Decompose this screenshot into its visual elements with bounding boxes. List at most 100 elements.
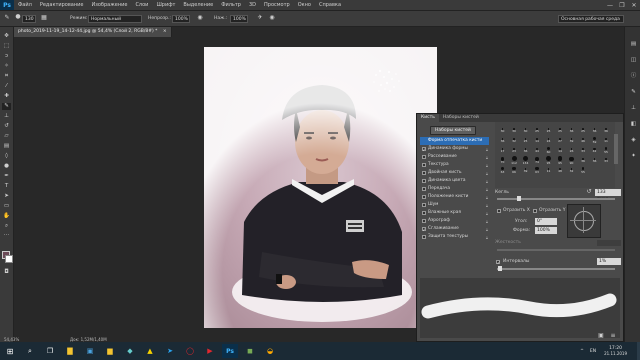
properties-panel-icon[interactable]: ◫ [629,57,638,64]
opera-icon[interactable]: ◯ [182,344,198,358]
info-panel-icon[interactable]: ⓘ [629,73,638,80]
store-icon[interactable]: ▣ [82,344,98,358]
brush-tip-grid[interactable]: 30 30 30 25 25 25 36 25 36 36 36 32 25 14 24 27 39 46 59 11… [495,122,615,188]
checkbox-checked[interactable]: ✓ [421,226,426,231]
document-tab-close[interactable]: × [163,29,167,34]
checkbox[interactable] [421,178,426,183]
document-canvas[interactable] [204,47,437,328]
brush-size-field[interactable]: 130 [22,15,36,23]
angle-roundness-widget[interactable] [567,204,601,238]
hardness-slider-track[interactable] [497,249,615,251]
brush-presets-button[interactable]: Наборы кистей [430,126,476,135]
menu-type[interactable]: Шрифт [152,2,179,8]
crop-tool-icon[interactable]: ⌗ [2,73,11,80]
new-preset-icon[interactable]: ▣ [597,332,605,340]
checkbox[interactable] [421,162,426,167]
search-icon[interactable]: ⌕ [22,344,38,358]
yandex-icon[interactable]: ▲ [142,344,158,358]
spacing-field[interactable]: 1% [597,258,621,265]
history-panel-icon[interactable]: ▤ [629,41,638,48]
minimize-button[interactable]: — [604,0,616,10]
spacing-slider-track[interactable] [497,268,615,270]
airbrush-icon[interactable]: ✈ [256,14,264,22]
brush-tip-cell[interactable]: 63 [497,166,508,175]
explorer-icon[interactable]: ▇ [62,344,78,358]
quick-select-tool-icon[interactable]: ✧ [2,63,11,70]
option-wet-edges[interactable]: Влажные края 🔒︎ [420,209,489,217]
type-tool-icon[interactable]: T [2,183,11,190]
opacity-field[interactable]: 100% [172,15,190,23]
menu-select[interactable]: Выделение [179,2,217,8]
brush-tip-cell[interactable]: 36 [601,126,612,135]
workspace-select[interactable]: Основная рабочая среда [558,15,624,23]
brush-tip-cell[interactable]: 134 [520,156,531,165]
hand-tool-icon[interactable]: ✋ [2,213,11,220]
brush-tip-cell[interactable]: 36 [578,156,589,165]
start-button[interactable]: ⊞ [2,344,18,358]
menu-layers[interactable]: Слои [131,2,152,8]
brush-tip-cell[interactable]: 36 [520,146,531,155]
brush-tip-cell[interactable]: 36 [589,126,600,135]
tip-grid-scrollbar[interactable] [614,134,618,164]
brush-tip-cell[interactable]: 26 [566,146,577,155]
checkbox[interactable] [421,194,426,199]
brush-tip-cell[interactable]: 25 [532,126,543,135]
option-dual-brush[interactable]: Двойная кисть 🔒︎ [420,169,489,177]
mode-select[interactable]: Нормальный [88,15,142,23]
brush-tip-cell[interactable]: 32 [566,166,577,175]
menu-view[interactable]: Просмотр [260,2,294,8]
brush-tip-cell[interactable]: 25 [578,126,589,135]
option-texture[interactable]: Текстура 🔒︎ [420,161,489,169]
move-tool-icon[interactable]: ✥ [2,33,11,40]
brush-tip-cell[interactable]: 63 [532,166,543,175]
brush-tip-cell[interactable]: 27 [555,136,566,145]
brush-tip-cell[interactable]: 25 [543,126,554,135]
language-indicator[interactable]: EN [590,349,596,354]
checkbox[interactable] [421,202,426,207]
restore-button[interactable]: ❐ [616,0,628,10]
roundness-field[interactable]: 100% [535,227,557,234]
brush-tip-cell[interactable]: 25 [555,126,566,135]
size-slider-track[interactable] [497,198,615,200]
hardness-field[interactable] [597,240,621,246]
brush-tip-cell[interactable]: 39 [520,166,531,175]
brush-tip-cell[interactable]: 70 [497,156,508,165]
healing-tool-icon[interactable]: ✚ [2,93,11,100]
pressure-field[interactable]: 100% [230,15,248,23]
brush-tip-cell[interactable]: 24 [543,136,554,145]
brush-tip-cell[interactable]: 74 [532,156,543,165]
checkbox-checked[interactable]: ✓ [421,146,426,151]
checkbox[interactable] [421,154,426,159]
clone-source-icon[interactable]: ⊥ [629,105,638,112]
brush-tip-cell[interactable]: 11 [543,166,554,175]
checkbox[interactable] [421,210,426,215]
option-scattering[interactable]: Рассеивание 🔒︎ [420,153,489,161]
shape-tool-icon[interactable]: ▭ [2,203,11,210]
spacing-checkbox[interactable]: ✓ [496,260,500,265]
menu-image[interactable]: Изображение [87,2,131,8]
blur-tool-icon[interactable]: ◊ [2,153,11,160]
brush-tip-cell[interactable]: 33 [601,156,612,165]
tab-brush[interactable]: Кисть [417,114,439,122]
option-smoothing[interactable]: ✓ Сглаживание 🔒︎ [420,225,489,233]
menu-edit[interactable]: Редактирование [36,2,88,8]
media-icon[interactable]: ▶ [202,344,218,358]
brush-tip-cell[interactable]: 48 [555,166,566,175]
gradient-tool-icon[interactable]: ▤ [2,143,11,150]
eyedropper-tool-icon[interactable]: ⁄ [2,83,11,90]
document-tab[interactable]: photo_2019-11-19_14-12-44.jpg @ 54,4% (С… [14,27,172,37]
checkbox[interactable] [421,186,426,191]
menu-filter[interactable]: Фильтр [217,2,245,8]
option-airbrush[interactable]: Аэрограф 🔒︎ [420,217,489,225]
brush-panel-icon[interactable]: ✎ [629,89,638,96]
brush-tip-cell[interactable]: 95 [555,156,566,165]
checkbox[interactable] [421,170,426,175]
menu-file[interactable]: Файл [14,2,36,8]
brush-tip-cell[interactable]: 36 [497,136,508,145]
quick-mask-icon[interactable]: ◘ [2,269,11,276]
photoshop-taskbar-icon[interactable]: Ps [222,344,238,358]
brush-preview-icon[interactable]: ● [14,13,22,21]
option-transfer[interactable]: Передача 🔒︎ [420,185,489,193]
paths-panel-icon[interactable]: ✦ [629,153,638,160]
menu-help[interactable]: Справка [315,2,345,8]
